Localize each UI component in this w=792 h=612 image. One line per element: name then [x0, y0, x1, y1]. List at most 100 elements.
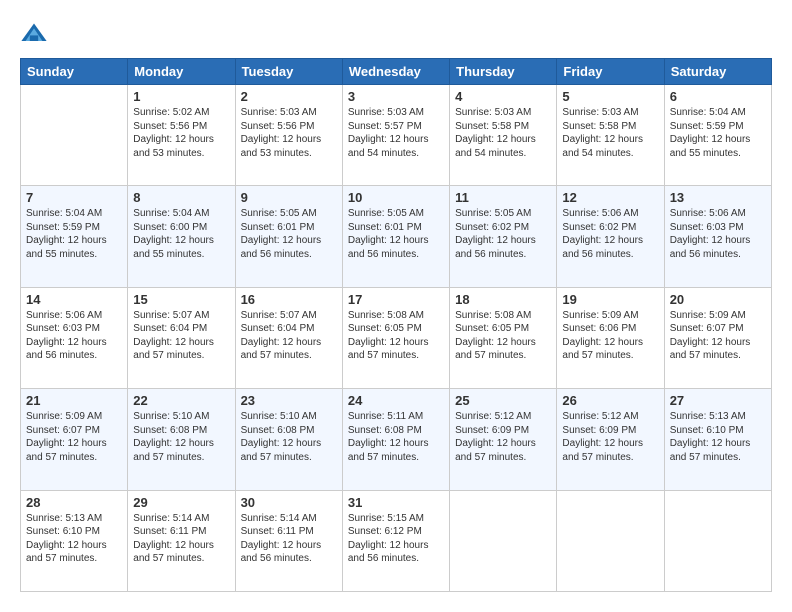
calendar-cell: 3Sunrise: 5:03 AMSunset: 5:57 PMDaylight… — [342, 85, 449, 186]
day-number: 15 — [133, 292, 229, 307]
day-number: 25 — [455, 393, 551, 408]
calendar-cell — [450, 490, 557, 591]
cell-text: Sunrise: 5:04 AMSunset: 6:00 PMDaylight:… — [133, 208, 214, 260]
day-number: 18 — [455, 292, 551, 307]
day-number: 9 — [241, 190, 337, 205]
cell-text: Sunrise: 5:10 AMSunset: 6:08 PMDaylight:… — [241, 411, 322, 463]
cell-text: Sunrise: 5:09 AMSunset: 6:07 PMDaylight:… — [670, 310, 751, 362]
cell-text: Sunrise: 5:13 AMSunset: 6:10 PMDaylight:… — [670, 411, 751, 463]
day-number: 14 — [26, 292, 122, 307]
day-header-tuesday: Tuesday — [235, 59, 342, 85]
calendar-cell: 25 Sunrise: 5:12 AMSunset: 6:09 PMDayligh… — [450, 389, 557, 490]
cell-text: Sunrise: 5:11 AMSunset: 6:08 PMDaylight:… — [348, 411, 429, 463]
cell-text: Sunrise: 5:12 AMSunset: 6:09 PMDaylight:… — [562, 411, 643, 463]
cell-text: Sunrise: 5:03 AMSunset: 5:58 PMDaylight:… — [455, 107, 536, 159]
cell-text: Sunrise: 5:15 AMSunset: 6:12 PMDaylight:… — [348, 513, 429, 565]
day-number: 13 — [670, 190, 766, 205]
day-number: 3 — [348, 89, 444, 104]
calendar-cell: 21Sunrise: 5:09 AMSunset: 6:07 PMDayligh… — [21, 389, 128, 490]
cell-text: Sunrise: 5:08 AMSunset: 6:05 PMDaylight:… — [348, 310, 429, 362]
calendar-cell: 18 Sunrise: 5:08 AMSunset: 6:05 PMDayligh… — [450, 287, 557, 388]
logo-icon — [20, 20, 48, 48]
day-number: 6 — [670, 89, 766, 104]
calendar-cell: 31 Sunrise: 5:15 AMSunset: 6:12 PMDayligh… — [342, 490, 449, 591]
day-number: 24 — [348, 393, 444, 408]
day-number: 16 — [241, 292, 337, 307]
day-number: 4 — [455, 89, 551, 104]
calendar-cell — [664, 490, 771, 591]
calendar-cell: 19 Sunrise: 5:09 AMSunset: 6:06 PMDayligh… — [557, 287, 664, 388]
day-number: 27 — [670, 393, 766, 408]
calendar-cell: 2 Sunrise: 5:03 AMSunset: 5:56 PMDaylight… — [235, 85, 342, 186]
day-number: 11 — [455, 190, 551, 205]
day-number: 26 — [562, 393, 658, 408]
day-number: 29 — [133, 495, 229, 510]
cell-text: Sunrise: 5:02 AMSunset: 5:56 PMDaylight:… — [133, 107, 214, 159]
calendar-cell: 22 Sunrise: 5:10 AMSunset: 6:08 PMDayligh… — [128, 389, 235, 490]
cell-text: Sunrise: 5:08 AMSunset: 6:05 PMDaylight:… — [455, 310, 536, 362]
cell-text: Sunrise: 5:06 AMSunset: 6:03 PMDaylight:… — [26, 310, 107, 362]
logo — [20, 20, 50, 48]
calendar-cell: 30 Sunrise: 5:14 AMSunset: 6:11 PMDayligh… — [235, 490, 342, 591]
days-header-row: SundayMondayTuesdayWednesdayThursdayFrid… — [21, 59, 772, 85]
calendar-cell — [557, 490, 664, 591]
cell-text: Sunrise: 5:06 AMSunset: 6:03 PMDaylight:… — [670, 208, 751, 260]
cell-text: Sunrise: 5:05 AMSunset: 6:01 PMDaylight:… — [241, 208, 322, 260]
cell-text: Sunrise: 5:10 AMSunset: 6:08 PMDaylight:… — [133, 411, 214, 463]
page: SundayMondayTuesdayWednesdayThursdayFrid… — [0, 0, 792, 612]
calendar-cell: 13 Sunrise: 5:06 AMSunset: 6:03 PMDayligh… — [664, 186, 771, 287]
header — [20, 20, 772, 48]
day-number: 22 — [133, 393, 229, 408]
day-header-thursday: Thursday — [450, 59, 557, 85]
day-number: 21 — [26, 393, 122, 408]
calendar-cell: 7 Sunrise: 5:04 AMSunset: 5:59 PMDaylight… — [21, 186, 128, 287]
calendar-cell: 15 Sunrise: 5:07 AMSunset: 6:04 PMDayligh… — [128, 287, 235, 388]
calendar-cell: 26 Sunrise: 5:12 AMSunset: 6:09 PMDayligh… — [557, 389, 664, 490]
day-number: 10 — [348, 190, 444, 205]
calendar-cell: 28 Sunrise: 5:13 AMSunset: 6:10 PMDayligh… — [21, 490, 128, 591]
calendar-cell: 8 Sunrise: 5:04 AMSunset: 6:00 PMDaylight… — [128, 186, 235, 287]
day-number: 7 — [26, 190, 122, 205]
day-number: 30 — [241, 495, 337, 510]
week-row-4: 21Sunrise: 5:09 AMSunset: 6:07 PMDayligh… — [21, 389, 772, 490]
calendar-cell: 9 Sunrise: 5:05 AMSunset: 6:01 PMDaylight… — [235, 186, 342, 287]
cell-text: Sunrise: 5:07 AMSunset: 6:04 PMDaylight:… — [241, 310, 322, 362]
week-row-3: 14 Sunrise: 5:06 AMSunset: 6:03 PMDayligh… — [21, 287, 772, 388]
day-number: 28 — [26, 495, 122, 510]
calendar-cell: 29 Sunrise: 5:14 AMSunset: 6:11 PMDayligh… — [128, 490, 235, 591]
calendar-cell: 14 Sunrise: 5:06 AMSunset: 6:03 PMDayligh… — [21, 287, 128, 388]
cell-text: Sunrise: 5:06 AMSunset: 6:02 PMDaylight:… — [562, 208, 643, 260]
day-number: 23 — [241, 393, 337, 408]
day-number: 8 — [133, 190, 229, 205]
cell-text: Sunrise: 5:07 AMSunset: 6:04 PMDaylight:… — [133, 310, 214, 362]
day-number: 31 — [348, 495, 444, 510]
day-header-saturday: Saturday — [664, 59, 771, 85]
cell-text: Sunrise: 5:09 AMSunset: 6:06 PMDaylight:… — [562, 310, 643, 362]
day-header-friday: Friday — [557, 59, 664, 85]
calendar-cell: 11Sunrise: 5:05 AMSunset: 6:02 PMDayligh… — [450, 186, 557, 287]
calendar-cell: 24 Sunrise: 5:11 AMSunset: 6:08 PMDayligh… — [342, 389, 449, 490]
day-number: 19 — [562, 292, 658, 307]
cell-text: Sunrise: 5:14 AMSunset: 6:11 PMDaylight:… — [133, 513, 214, 565]
day-number: 1 — [133, 89, 229, 104]
calendar-cell: 1 Sunrise: 5:02 AMSunset: 5:56 PMDaylight… — [128, 85, 235, 186]
week-row-5: 28 Sunrise: 5:13 AMSunset: 6:10 PMDayligh… — [21, 490, 772, 591]
calendar-cell: 4 Sunrise: 5:03 AMSunset: 5:58 PMDaylight… — [450, 85, 557, 186]
calendar-cell: 12 Sunrise: 5:06 AMSunset: 6:02 PMDayligh… — [557, 186, 664, 287]
calendar-cell: 16 Sunrise: 5:07 AMSunset: 6:04 PMDayligh… — [235, 287, 342, 388]
day-number: 20 — [670, 292, 766, 307]
cell-text: Sunrise: 5:13 AMSunset: 6:10 PMDaylight:… — [26, 513, 107, 565]
cell-text: Sunrise: 5:04 AMSunset: 5:59 PMDaylight:… — [26, 208, 107, 260]
calendar-cell: 23 Sunrise: 5:10 AMSunset: 6:08 PMDayligh… — [235, 389, 342, 490]
calendar-cell — [21, 85, 128, 186]
calendar-cell: 20 Sunrise: 5:09 AMSunset: 6:07 PMDayligh… — [664, 287, 771, 388]
calendar-cell: 27 Sunrise: 5:13 AMSunset: 6:10 PMDayligh… — [664, 389, 771, 490]
day-number: 5 — [562, 89, 658, 104]
cell-text: Sunrise: 5:12 AMSunset: 6:09 PMDaylight:… — [455, 411, 536, 463]
cell-text: Sunrise: 5:03 AMSunset: 5:56 PMDaylight:… — [241, 107, 322, 159]
cell-text: Sunrise: 5:14 AMSunset: 6:11 PMDaylight:… — [241, 513, 322, 565]
week-row-1: 1 Sunrise: 5:02 AMSunset: 5:56 PMDaylight… — [21, 85, 772, 186]
week-row-2: 7 Sunrise: 5:04 AMSunset: 5:59 PMDaylight… — [21, 186, 772, 287]
day-number: 12 — [562, 190, 658, 205]
day-number: 2 — [241, 89, 337, 104]
